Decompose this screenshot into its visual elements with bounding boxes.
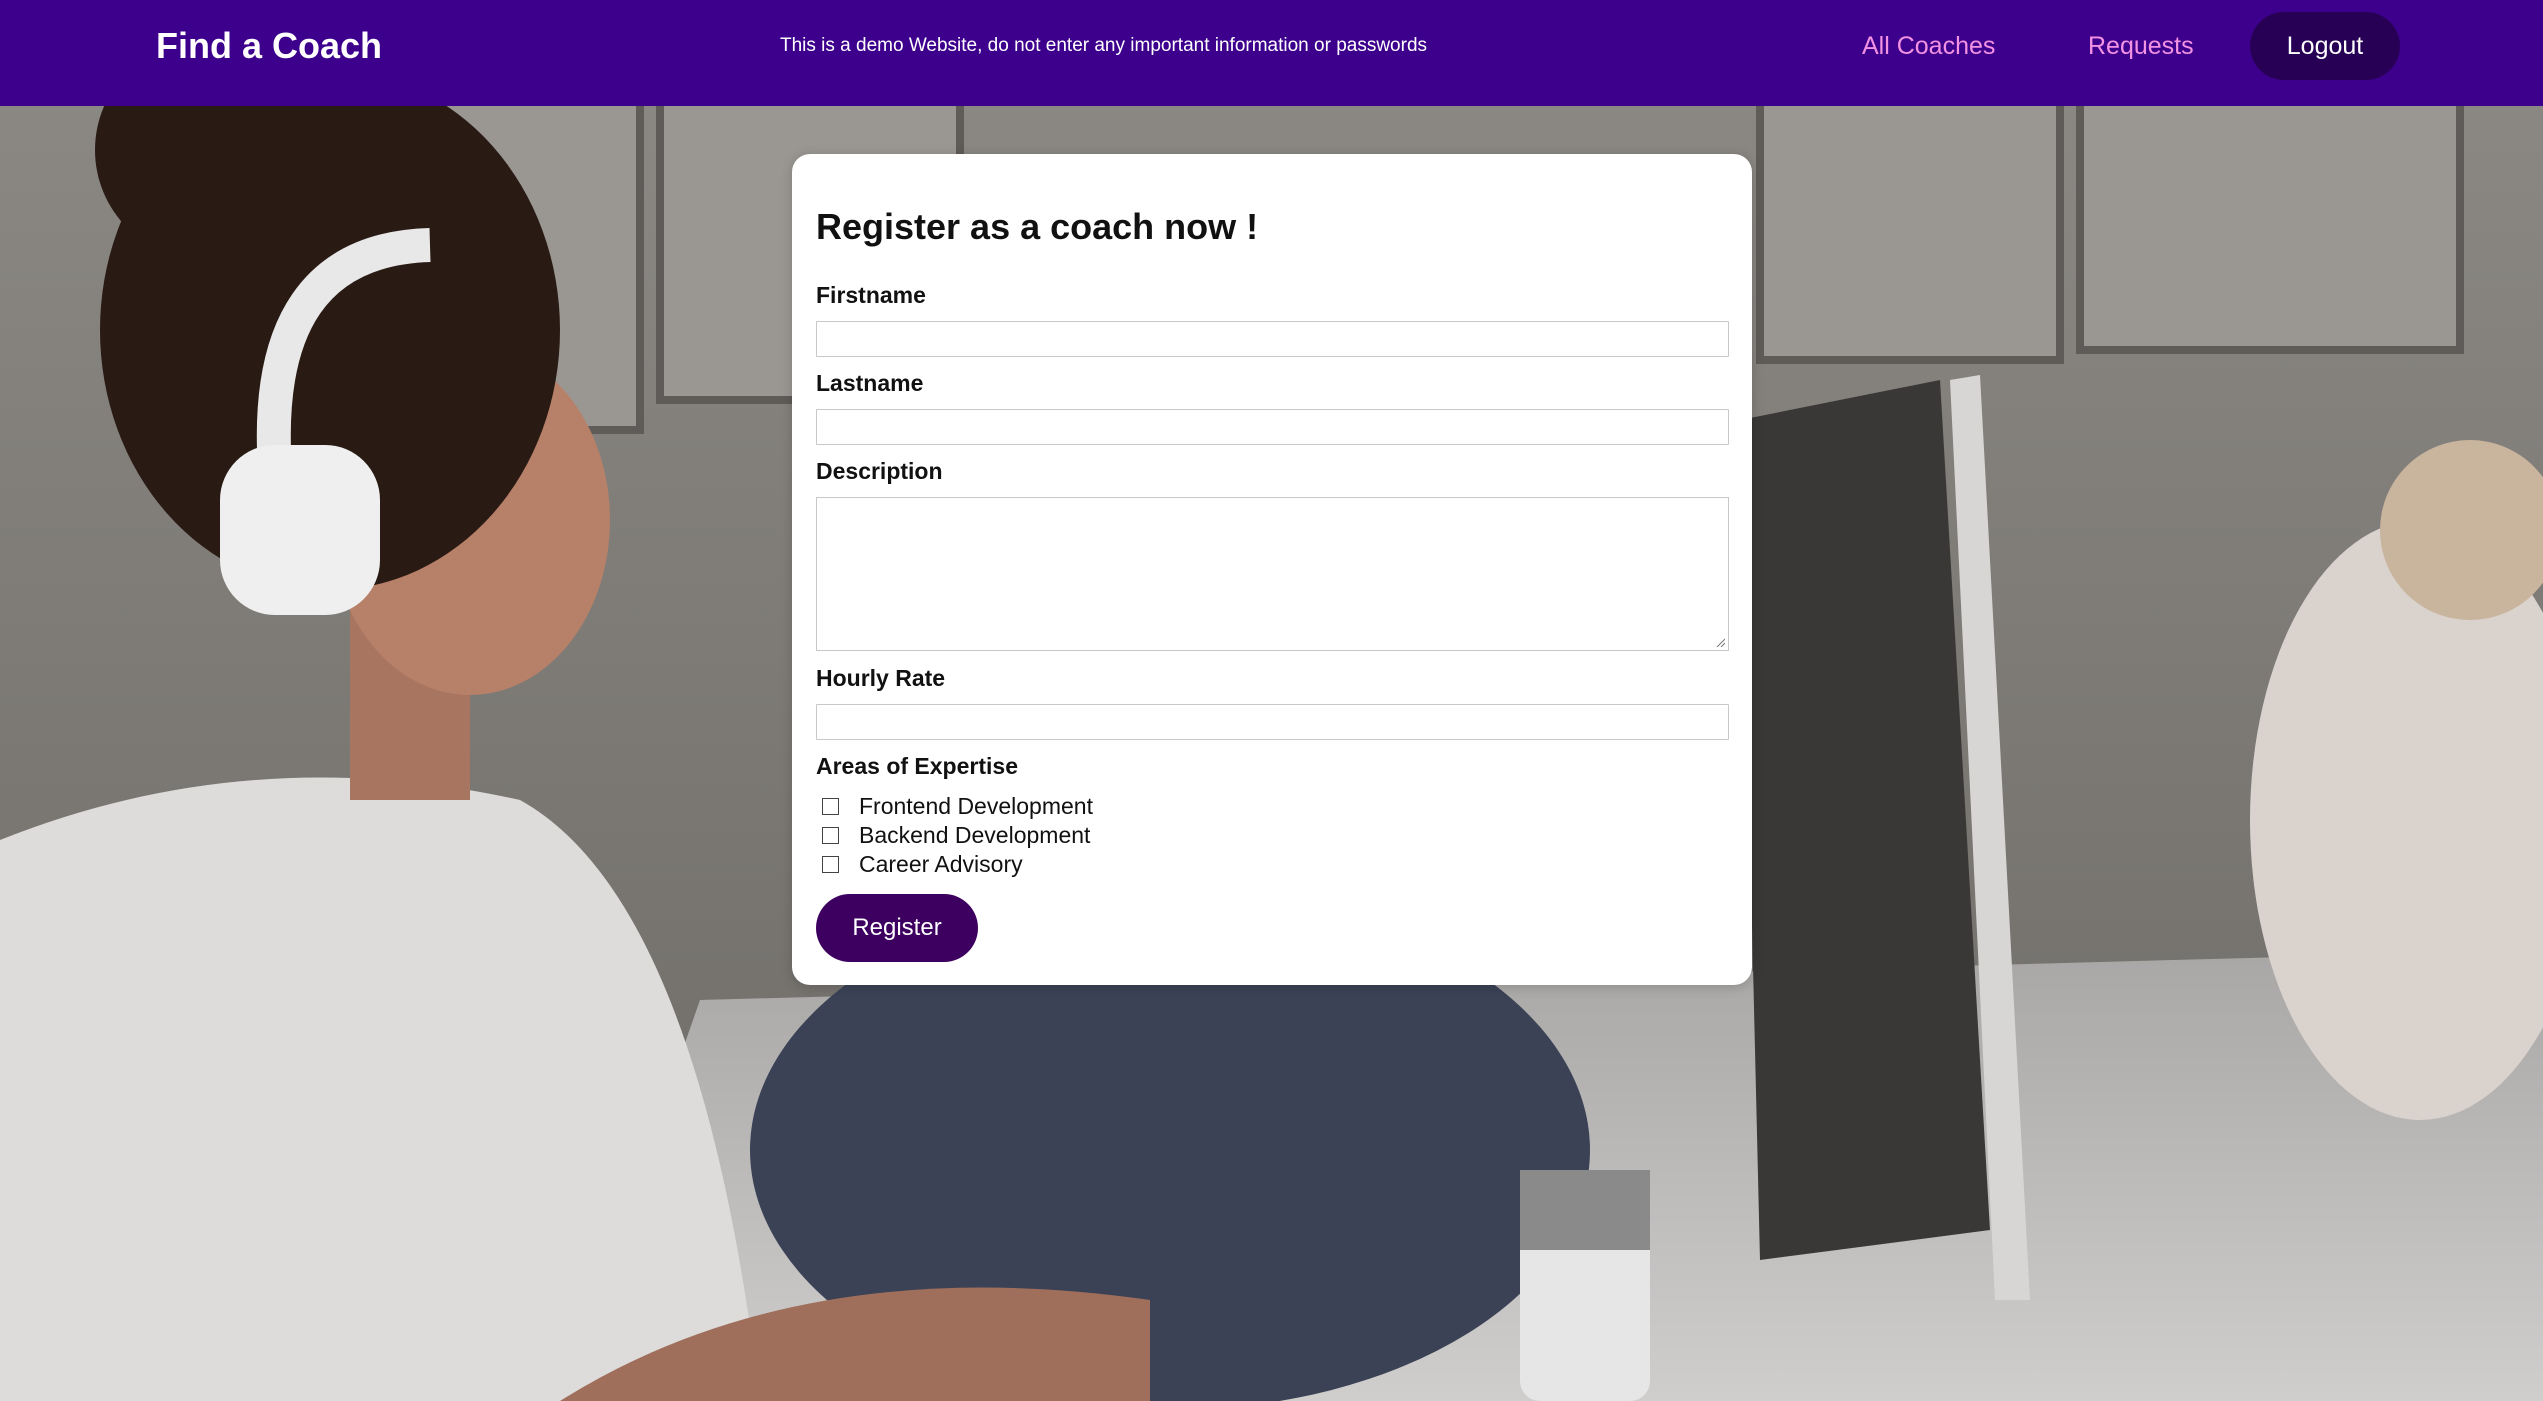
nav-requests[interactable]: Requests — [2088, 26, 2194, 66]
register-button[interactable]: Register — [816, 894, 978, 962]
demo-notice: This is a demo Website, do not enter any… — [780, 35, 1428, 56]
expertise-option-frontend[interactable]: Frontend Development — [822, 792, 1093, 820]
expertise-option-backend[interactable]: Backend Development — [822, 821, 1090, 849]
hourly-rate-label: Hourly Rate — [816, 665, 946, 691]
resize-grip-icon[interactable] — [1715, 637, 1725, 647]
firstname-label: Firstname — [816, 282, 926, 308]
expertise-heading: Areas of Expertise — [816, 753, 1018, 779]
hourly-rate-input[interactable] — [816, 704, 1729, 740]
nav-all-coaches[interactable]: All Coaches — [1862, 26, 1995, 66]
frontend-checkbox[interactable] — [822, 797, 839, 815]
page-title: Register as a coach now ! — [816, 206, 1259, 247]
firstname-input[interactable] — [816, 321, 1729, 357]
description-label: Description — [816, 458, 943, 484]
expertise-option-career[interactable]: Career Advisory — [822, 850, 1023, 878]
register-card: Register as a coach now ! Firstname Last… — [792, 154, 1752, 985]
lastname-input[interactable] — [816, 409, 1729, 445]
brand-link[interactable]: Find a Coach — [156, 22, 382, 70]
frontend-label: Frontend Development — [859, 792, 1093, 819]
description-textarea[interactable] — [816, 497, 1729, 651]
lastname-label: Lastname — [816, 370, 924, 396]
career-label: Career Advisory — [859, 850, 1023, 877]
backend-checkbox[interactable] — [822, 826, 839, 844]
backend-label: Backend Development — [859, 821, 1091, 848]
career-checkbox[interactable] — [822, 855, 839, 873]
logout-button[interactable]: Logout — [2250, 12, 2400, 80]
top-navbar: Find a Coach This is a demo Website, do … — [0, 0, 2543, 106]
